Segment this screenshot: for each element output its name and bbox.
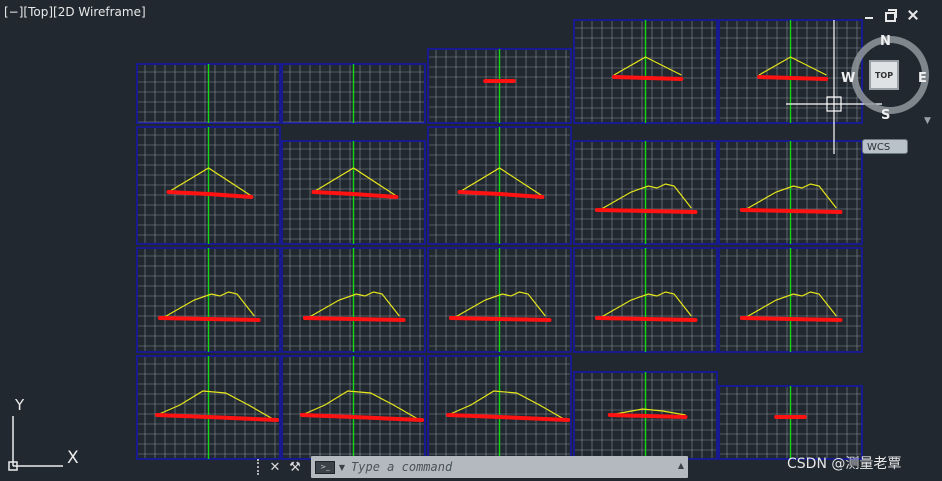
viewcube-top-face[interactable]: TOP xyxy=(869,60,899,90)
sheet-r1c4-terrain-profile xyxy=(613,56,682,76)
command-bar: ✕ ⚒ >_ ▼ ▲ xyxy=(255,455,688,479)
sheet-r1c4-red-markup xyxy=(612,75,684,81)
command-input[interactable] xyxy=(349,459,674,475)
sheet-r3c2-red-markup xyxy=(302,316,406,322)
viewport-label[interactable]: [−][Top][2D Wireframe] xyxy=(4,5,146,19)
viewcube-compass[interactable]: N S E W TOP xyxy=(841,30,929,123)
chevron-up-icon[interactable]: ▲ xyxy=(678,461,684,470)
grip-handle[interactable] xyxy=(257,459,265,475)
watermark: CSDN @测量老覃 xyxy=(787,456,902,472)
restore-icon[interactable] xyxy=(884,8,898,22)
sheet-r4c4-red-markup xyxy=(607,413,688,419)
chevron-down-icon[interactable]: ▼ xyxy=(339,463,345,472)
sheet-r2c2-red-markup xyxy=(311,190,399,199)
sheet-r1c5-terrain-profile xyxy=(758,56,827,76)
sheet-r2c3-red-markup xyxy=(457,190,545,199)
command-prompt-icon[interactable]: >_ xyxy=(314,460,335,474)
sheet-r2c5-red-markup xyxy=(739,208,843,214)
ucs-x-label: X xyxy=(67,448,79,468)
drawing-canvas[interactable] xyxy=(0,0,942,481)
sheet-r1c5-red-markup xyxy=(757,75,829,81)
compass-north[interactable]: N xyxy=(880,34,891,49)
sheet-r3c3-red-markup xyxy=(448,316,552,322)
close-icon[interactable] xyxy=(906,8,920,22)
nav-dropdown-icon[interactable]: ▼ xyxy=(924,116,931,126)
wcs-menu[interactable]: WCS xyxy=(862,139,908,154)
wrench-icon[interactable]: ⚒ xyxy=(285,460,305,475)
sheet-r3c1-red-markup xyxy=(157,316,261,322)
command-input-box[interactable]: >_ ▼ ▲ xyxy=(310,456,688,478)
ucs-y-label: Y xyxy=(15,396,25,414)
sheet-r3c5-red-markup xyxy=(739,316,843,322)
compass-east[interactable]: E xyxy=(918,71,927,86)
ucs-icon: Y X xyxy=(5,396,95,476)
minimize-icon[interactable] xyxy=(862,8,876,22)
sheet-r3c4-red-markup xyxy=(594,316,698,322)
viewport-window-controls xyxy=(862,8,920,22)
sheet-r2c1-red-markup xyxy=(166,190,254,199)
close-icon[interactable]: ✕ xyxy=(265,460,285,475)
compass-south[interactable]: S xyxy=(881,108,890,123)
sheet-r2c4-red-markup xyxy=(594,208,698,214)
compass-west[interactable]: W xyxy=(841,71,855,86)
